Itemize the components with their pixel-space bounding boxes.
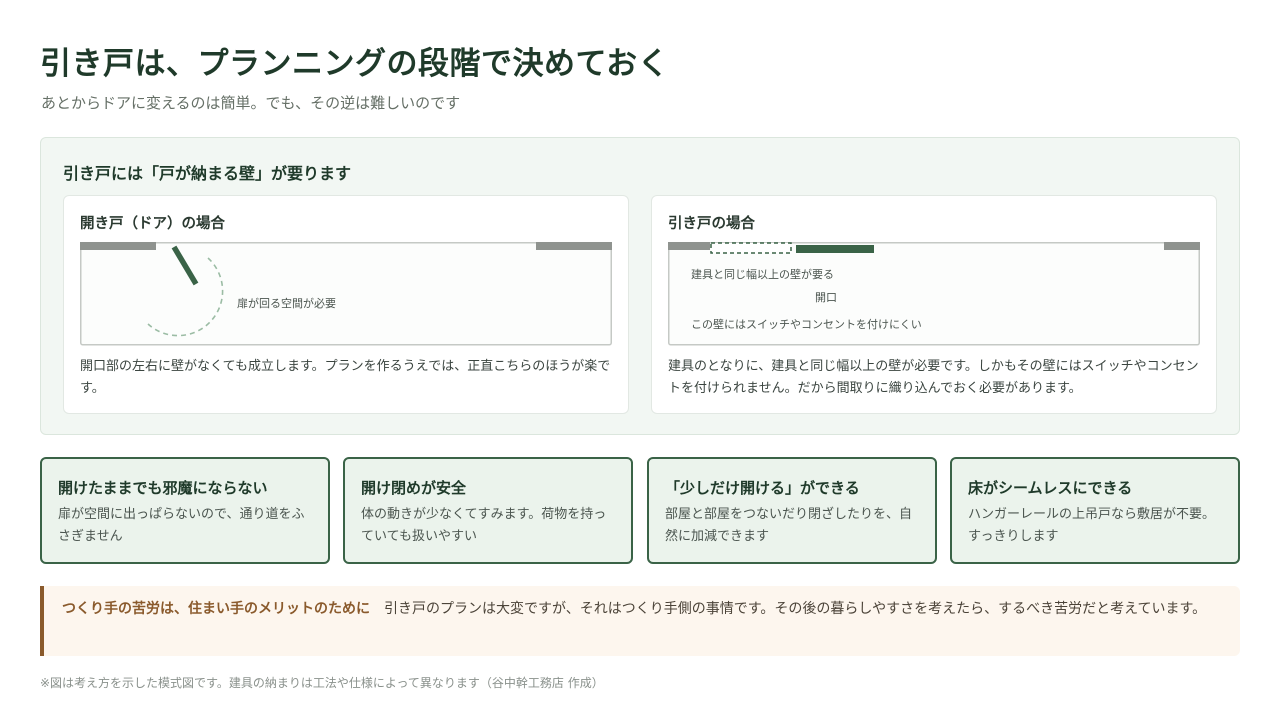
feature-title: 開けたままでも邪魔にならない	[58, 479, 268, 497]
maker-note-emphasis: つくり手の苦労は、住まい手のメリットのために	[62, 601, 370, 617]
sliding-card-title: 引き戸の場合	[668, 216, 755, 232]
feature-description: 体の動きが少なくてすみます。荷物を持っていても扱いやすい	[361, 507, 607, 544]
required-wall-label: 建具と同じ幅以上の壁が要る	[691, 267, 834, 281]
sliding-card-description: 建具のとなりに、建具と同じ幅以上の壁が必要です。しかもその壁にはスイッチやコンセ…	[668, 359, 1199, 396]
sliding-card: 引き戸の場合 建具と同じ幅以上の壁が要る 開口 この壁にはスイッチやコンセントを…	[651, 195, 1217, 414]
room-outline	[80, 242, 612, 346]
door-card: 開き戸（ドア）の場合 扉が回る空間が必要 開口部の左右に壁がなくても成立します。…	[63, 195, 629, 414]
door-pocket-wall	[710, 242, 792, 254]
feature-description: ハンガーレールの上吊戸なら敷居が不要。すっきりします	[968, 507, 1216, 544]
wall-left	[80, 242, 156, 250]
feature-card: 「少しだけ開ける」ができる 部屋と部屋をつないだり閉ざしたりを、自然に加減できま…	[647, 457, 937, 564]
footnote: ※図は考え方を示した模式図です。建具の納まりは工法や仕様によって異なります（谷中…	[40, 676, 604, 690]
feature-title: 床がシームレスにできる	[968, 479, 1133, 497]
maker-note-text: つくり手の苦労は、住まい手のメリットのために 引き戸のプランは大変ですが、それはつ…	[62, 598, 1222, 621]
comparison-panel: 引き戸には「戸が納まる壁」が要ります 開き戸（ドア）の場合 扉が回る空間が必要 …	[40, 137, 1240, 435]
door-swing-diagram: 扉が回る空間が必要	[80, 242, 612, 346]
feature-description: 扉が空間に出っぱらないので、通り道をふさぎません	[58, 507, 305, 544]
page-subtitle: あとからドアに変えるのは簡単。でも、その逆は難しいのです	[41, 94, 461, 112]
opening-label: 開口	[815, 291, 837, 304]
feature-card: 開け閉めが安全 体の動きが少なくてすみます。荷物を持っていても扱いやすい	[343, 457, 633, 564]
wall-left	[668, 242, 710, 250]
sliding-door-leaf	[796, 245, 874, 253]
outlet-note-label: この壁にはスイッチやコンセントを付けにくい	[691, 317, 922, 331]
wall-right	[536, 242, 612, 250]
wall-right	[1164, 242, 1200, 250]
feature-card: 開けたままでも邪魔にならない 扉が空間に出っぱらないので、通り道をふさぎません	[40, 457, 330, 564]
door-card-description: 開口部の左右に壁がなくても成立します。プランを作るうえでは、正直こちらのほうが楽…	[80, 359, 611, 396]
feature-title: 「少しだけ開ける」ができる	[665, 479, 860, 497]
feature-title: 開け閉めが安全	[361, 479, 467, 497]
feature-card: 床がシームレスにできる ハンガーレールの上吊戸なら敷居が不要。すっきりします	[950, 457, 1240, 564]
maker-note: つくり手の苦労は、住まい手のメリットのために 引き戸のプランは大変ですが、それはつ…	[40, 586, 1240, 656]
feature-description: 部屋と部屋をつないだり閉ざしたりを、自然に加減できます	[665, 507, 913, 544]
sliding-door-diagram: 建具と同じ幅以上の壁が要る 開口 この壁にはスイッチやコンセントを付けにくい	[668, 242, 1200, 346]
door-card-title: 開き戸（ドア）の場合	[80, 216, 225, 232]
comparison-title: 引き戸には「戸が納まる壁」が要ります	[63, 164, 352, 183]
page-title: 引き戸は、プランニングの段階で決めておく	[40, 46, 670, 82]
swing-space-label: 扉が回る空間が必要	[237, 296, 336, 310]
maker-note-body: 引き戸のプランは大変ですが、それはつくり手側の事情です。その後の暮らしやすさを考…	[384, 601, 1207, 617]
